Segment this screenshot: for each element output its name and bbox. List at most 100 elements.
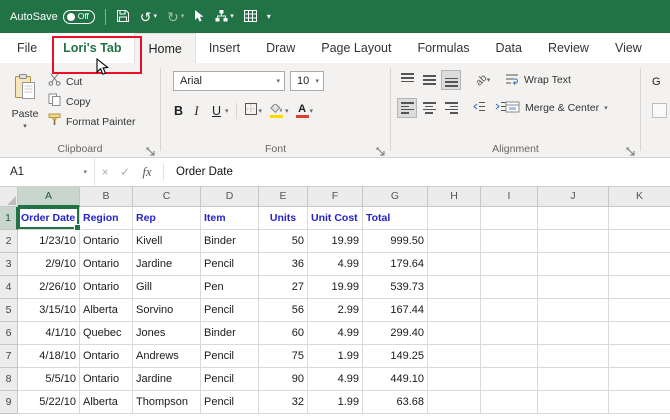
row-header-1[interactable]: 1 [0,207,18,230]
save-button[interactable] [116,9,130,25]
cell-C9[interactable]: Thompson [133,391,201,414]
tab-review[interactable]: Review [535,33,602,63]
format-painter-button[interactable]: Format Painter [48,113,135,131]
cell-I9[interactable] [481,391,538,414]
tab-view[interactable]: View [602,33,655,63]
cell-A6[interactable]: 4/1/10 [18,322,80,345]
cell-I3[interactable] [481,253,538,276]
cell-B6[interactable]: Quebec [80,322,133,345]
cell-E2[interactable]: 50 [259,230,308,253]
cell-G1[interactable]: Total [363,207,428,230]
autosave-control[interactable]: AutoSave Off [10,10,95,24]
cell-D2[interactable]: Binder [201,230,259,253]
cell-B8[interactable]: Ontario [80,368,133,391]
row-header-6[interactable]: 6 [0,322,18,345]
cell-A5[interactable]: 3/15/10 [18,299,80,322]
cell-K4[interactable] [609,276,670,299]
cell-B1[interactable]: Region [80,207,133,230]
cell-J6[interactable] [538,322,609,345]
autosave-toggle[interactable]: Off [63,10,95,24]
cell-D9[interactable]: Pencil [201,391,259,414]
paste-button[interactable]: Paste ▾ [6,69,44,141]
font-color-button[interactable]: A▾ [294,101,316,121]
cell-E3[interactable]: 36 [259,253,308,276]
cell-A7[interactable]: 4/18/10 [18,345,80,368]
cell-F2[interactable]: 19.99 [308,230,363,253]
cell-B5[interactable]: Alberta [80,299,133,322]
cell-A2[interactable]: 1/23/10 [18,230,80,253]
cell-F9[interactable]: 1.99 [308,391,363,414]
cell-F1[interactable]: Unit Cost [308,207,363,230]
cell-J3[interactable] [538,253,609,276]
cell-D7[interactable]: Pencil [201,345,259,368]
alignment-dialog-launcher[interactable] [626,143,636,153]
table-button[interactable] [244,10,257,24]
cell-A4[interactable]: 2/26/10 [18,276,80,299]
cell-K2[interactable] [609,230,670,253]
cell-D1[interactable]: Item [201,207,259,230]
align-top-button[interactable] [397,70,417,90]
column-header-J[interactable]: J [538,187,609,207]
cell-A8[interactable]: 5/5/10 [18,368,80,391]
copy-button[interactable]: Copy [48,93,91,111]
clipboard-dialog-launcher[interactable] [146,143,156,153]
cell-G9[interactable]: 63.68 [363,391,428,414]
cell-H2[interactable] [428,230,481,253]
touch-mode-button[interactable] [194,9,205,25]
cell-K1[interactable] [609,207,670,230]
column-header-I[interactable]: I [481,187,538,207]
undo-button[interactable]: ↺▾ [140,10,157,24]
font-name-select[interactable]: Arial ▾ [173,71,285,91]
cell-E5[interactable]: 56 [259,299,308,322]
cell-D3[interactable]: Pencil [201,253,259,276]
fill-color-button[interactable]: ▾ [267,101,291,121]
cut-button[interactable]: Cut [48,73,82,91]
tab-formulas[interactable]: Formulas [404,33,482,63]
orientation-button[interactable]: ab▾ [469,70,497,90]
align-center-button[interactable] [419,98,439,118]
cell-G3[interactable]: 179.64 [363,253,428,276]
cell-I1[interactable] [481,207,538,230]
cell-D5[interactable]: Pencil [201,299,259,322]
cell-K5[interactable] [609,299,670,322]
cell-I4[interactable] [481,276,538,299]
cell-A9[interactable]: 5/22/10 [18,391,80,414]
column-header-C[interactable]: C [133,187,201,207]
cell-C8[interactable]: Jardine [133,368,201,391]
row-header-3[interactable]: 3 [0,253,18,276]
cell-C4[interactable]: Gill [133,276,201,299]
cancel-button[interactable]: × [95,165,115,179]
tab-loris-tab[interactable]: Lori's Tab [50,33,134,63]
align-right-button[interactable] [441,98,461,118]
cell-I8[interactable] [481,368,538,391]
font-dialog-launcher[interactable] [376,143,386,153]
cell-C2[interactable]: Kivell [133,230,201,253]
cell-C5[interactable]: Sorvino [133,299,201,322]
cell-G6[interactable]: 299.40 [363,322,428,345]
cell-F6[interactable]: 4.99 [308,322,363,345]
cell-I6[interactable] [481,322,538,345]
cell-B9[interactable]: Alberta [80,391,133,414]
cell-E8[interactable]: 90 [259,368,308,391]
cell-I7[interactable] [481,345,538,368]
align-left-button[interactable] [397,98,417,118]
select-all-corner[interactable] [0,187,18,207]
redo-button[interactable]: ↻▾ [167,10,184,24]
cell-K9[interactable] [609,391,670,414]
wrap-text-button[interactable]: Wrap Text [505,70,571,90]
cell-F8[interactable]: 4.99 [308,368,363,391]
cell-J1[interactable] [538,207,609,230]
column-header-F[interactable]: F [308,187,363,207]
cell-K3[interactable] [609,253,670,276]
cell-F4[interactable]: 19.99 [308,276,363,299]
row-header-2[interactable]: 2 [0,230,18,253]
cell-A1[interactable]: Order Date [18,207,80,230]
cell-H7[interactable] [428,345,481,368]
cell-B7[interactable]: Ontario [80,345,133,368]
cell-G7[interactable]: 149.25 [363,345,428,368]
cell-C6[interactable]: Jones [133,322,201,345]
cell-G5[interactable]: 167.44 [363,299,428,322]
cell-D6[interactable]: Binder [201,322,259,345]
insert-function-button[interactable]: fx [135,165,159,180]
cell-K7[interactable] [609,345,670,368]
